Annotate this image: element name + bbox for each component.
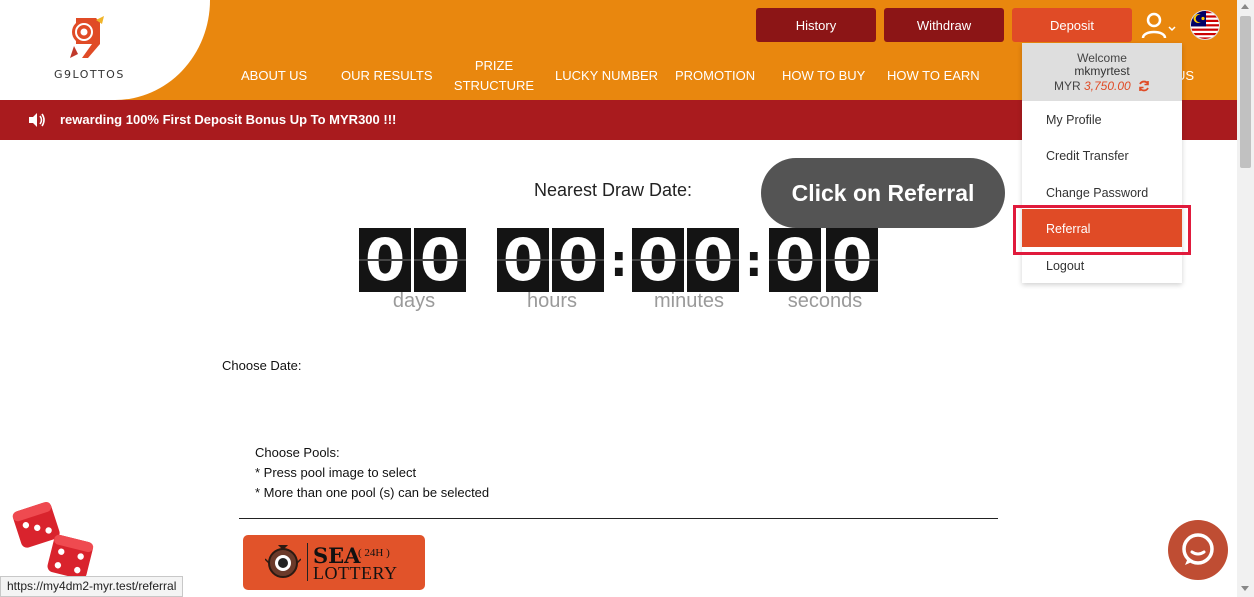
flag-icon[interactable] — [1190, 10, 1220, 40]
refresh-icon[interactable] — [1138, 80, 1150, 92]
nav-how-to-buy[interactable]: HOW TO BUY — [782, 66, 865, 86]
welcome-text: Welcome — [1077, 51, 1127, 65]
countdown-digit: 0 — [687, 226, 739, 294]
minutes-label: minutes — [653, 290, 725, 312]
withdraw-button[interactable]: Withdraw — [884, 8, 1004, 42]
nav-about-us[interactable]: ABOUT US — [241, 66, 307, 86]
nav-how-to-earn[interactable]: HOW TO EARN — [887, 66, 980, 86]
history-button[interactable]: History — [756, 8, 876, 42]
marquee-text: rewarding 100% First Deposit Bonus Up To… — [60, 112, 397, 127]
divider — [239, 518, 998, 519]
dropdown-user-header: Welcome mkmyrtest MYR 3,750.00 — [1022, 43, 1182, 101]
nearest-draw-title: Nearest Draw Date: — [534, 180, 693, 200]
countdown-digit: 0 — [826, 226, 878, 294]
menu-item-my-profile[interactable]: My Profile — [1046, 113, 1102, 127]
vertical-scrollbar[interactable] — [1237, 0, 1254, 597]
live-chat-button[interactable] — [1168, 520, 1228, 580]
choose-pools-title: Choose Pools: — [255, 445, 340, 460]
scroll-down-icon[interactable] — [1241, 586, 1249, 591]
page: G9LOTTOS History Withdraw Deposit ABOUT … — [0, 0, 1254, 597]
username: mkmyrtest — [1074, 64, 1130, 78]
menu-item-credit-transfer[interactable]: Credit Transfer — [1046, 149, 1129, 163]
nav-promotion[interactable]: PROMOTION — [675, 66, 755, 86]
choose-date-label: Choose Date: — [222, 358, 302, 373]
days-label: days — [392, 290, 436, 312]
chat-icon — [1182, 533, 1214, 565]
sea-lottery-badge-icon — [265, 545, 301, 578]
logo-mark-icon — [70, 16, 104, 58]
dice-icon — [12, 502, 94, 580]
pool-sea-lottery[interactable]: SEA ( 24H ) LOTTERY — [243, 535, 425, 590]
countdown-digit: 0 — [497, 226, 549, 294]
nav-prize-line1: PRIZE — [474, 58, 514, 73]
logo-text: G9LOTTOS — [54, 68, 125, 81]
countdown-digit: 0 — [769, 226, 821, 294]
sea-lottery-tag: ( 24H ) — [358, 547, 390, 559]
scroll-up-icon[interactable] — [1241, 4, 1249, 9]
choose-pools-section: Choose Pools: * Press pool image to sele… — [255, 443, 489, 503]
nav-our-results[interactable]: OUR RESULTS — [341, 66, 433, 86]
nav-lucky-number[interactable]: LUCKY NUMBER — [555, 66, 658, 86]
countdown-digit: 0 — [414, 226, 466, 294]
hours-label: hours — [526, 290, 578, 312]
instruction-callout: Click on Referral — [761, 158, 1005, 228]
referral-highlight-box — [1013, 205, 1191, 255]
pools-note: * Press pool image to select — [255, 465, 417, 480]
status-bar-url: https://my4dm2-myr.test/referral — [0, 576, 184, 597]
sea-lottery-divider — [307, 543, 308, 581]
balance-currency: MYR — [1053, 79, 1081, 93]
countdown-colon: : — [610, 236, 628, 287]
logo[interactable]: G9LOTTOS — [0, 0, 210, 100]
countdown-digit: 0 — [552, 226, 604, 294]
menu-item-logout[interactable]: Logout — [1046, 259, 1084, 273]
user-icon[interactable] — [1140, 12, 1176, 40]
countdown-digit: 0 — [632, 226, 684, 294]
deposit-button[interactable]: Deposit — [1012, 8, 1132, 42]
sea-lottery-subtitle: LOTTERY — [313, 563, 398, 583]
countdown-digit: 0 — [359, 226, 411, 294]
balance-amount: 3,750.00 — [1083, 79, 1131, 93]
nav-prize-structure[interactable]: PRIZE STRUCTURE — [452, 56, 536, 96]
seconds-label: seconds — [787, 290, 863, 312]
speaker-icon — [29, 113, 45, 127]
nav-prize-line2: STRUCTURE — [453, 78, 535, 93]
scrollbar-thumb[interactable] — [1240, 16, 1251, 168]
balance: MYR 3,750.00 — [1022, 79, 1182, 93]
menu-item-change-password[interactable]: Change Password — [1046, 186, 1148, 200]
pools-note: * More than one pool (s) can be selected — [255, 485, 490, 500]
countdown-colon: : — [745, 236, 763, 287]
